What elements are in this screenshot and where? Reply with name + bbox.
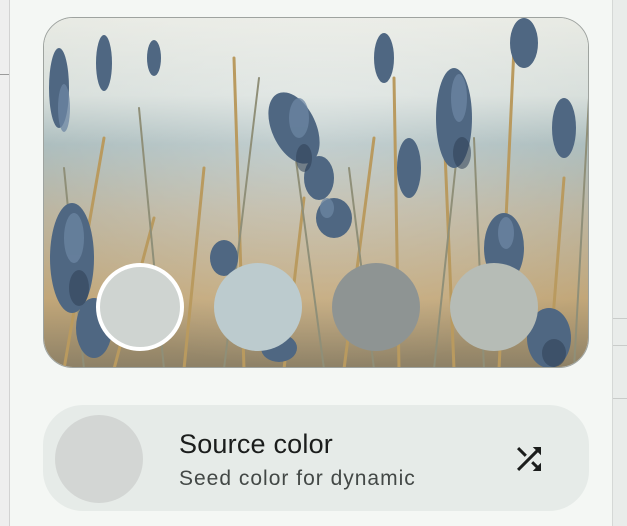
right-edge-divider [613,318,627,319]
shuffle-button[interactable] [505,435,553,483]
wallpaper-preview-card [43,17,589,368]
left-edge-divider [0,74,9,75]
source-color-title: Source color [179,429,333,459]
wallpaper-color-swatch-3[interactable] [332,263,420,351]
wallpaper-color-swatch-1[interactable] [96,263,184,351]
source-color-row[interactable]: Source color Seed color for dynamic [43,405,589,511]
right-edge-divider [613,398,627,399]
shuffle-icon [517,447,541,471]
source-color-preview [55,415,143,503]
right-edge-divider [613,345,627,346]
source-color-subtitle: Seed color for dynamic [179,467,416,490]
left-window-edge [0,0,10,526]
wallpaper-color-swatch-4[interactable] [450,263,538,351]
wallpaper-color-swatch-2[interactable] [214,263,302,351]
right-window-edge [612,0,627,526]
